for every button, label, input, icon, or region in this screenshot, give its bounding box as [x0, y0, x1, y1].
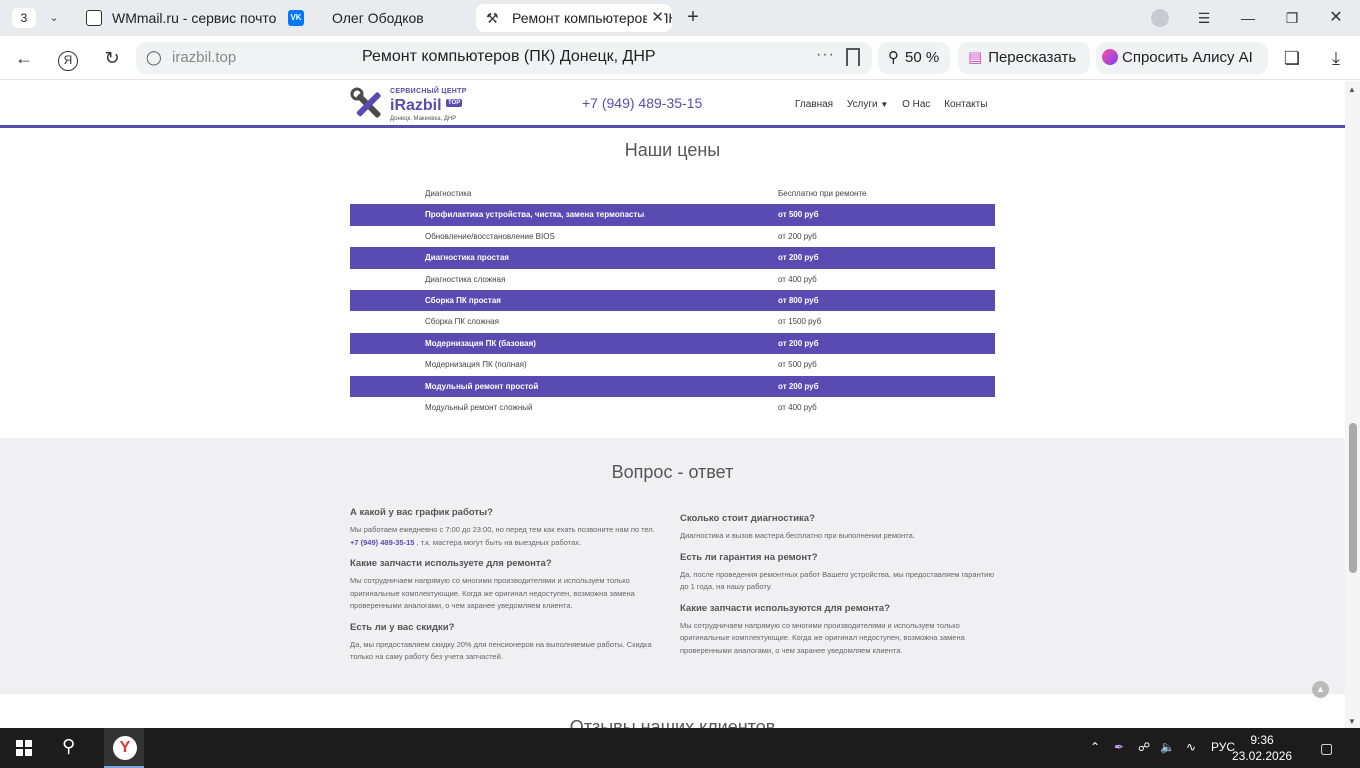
price-row: Сборка ПК сложная от 1500 руб: [425, 317, 822, 327]
chevron-down-icon: ▼: [880, 100, 889, 109]
download-icon[interactable]: ⤓: [1324, 46, 1348, 70]
faq-question: А какой у вас график работы?: [350, 507, 493, 518]
collections-icon[interactable]: ❏: [1280, 46, 1304, 70]
faq-section: Вопрос - ответ А какой у вас график рабо…: [0, 438, 1345, 694]
price-row: Модернизация ПК (полная) от 500 руб: [425, 360, 817, 370]
menu-icon[interactable]: ☰: [1192, 7, 1216, 29]
shield-icon: ◯: [146, 49, 162, 65]
price-row: Модульный ремонт простой от 200 руб: [350, 375, 995, 397]
document-icon: [86, 10, 102, 26]
minimize-icon[interactable]: —: [1236, 7, 1260, 29]
bookmark-icon[interactable]: [846, 48, 860, 66]
taskbar-yandex-browser[interactable]: Y: [104, 728, 144, 768]
tab-vk[interactable]: VK Олег Ободков: [278, 4, 473, 32]
close-window-icon[interactable]: ✕: [1324, 7, 1348, 29]
wifi-icon[interactable]: ∿: [1186, 740, 1196, 754]
retell-button[interactable]: ▤ Пересказать: [958, 42, 1090, 74]
tab-active-irazbil[interactable]: ⚒ Ремонт компьютеров (ПК) Донецк ✕: [476, 4, 672, 32]
faq-heading: Вопрос - ответ: [611, 462, 734, 482]
scroll-thumb[interactable]: [1349, 423, 1357, 573]
site-header: СЕРВИСНЫЙ ЦЕНТР iRazbil TOP Донецк, Маке…: [0, 81, 1345, 128]
faq-column-left: А какой у вас график работы? Мы работаем…: [350, 507, 665, 673]
prices-heading: Наши цены: [624, 140, 721, 160]
faq-answer: Мы сотрудничаем напрямую со многими прои…: [350, 576, 635, 610]
price-row: Модернизация ПК (базовая) от 200 руб: [350, 332, 995, 355]
zoom-icon: ⚲: [888, 49, 899, 66]
price-row: Сборка ПК простая от 800 руб: [350, 289, 995, 312]
network-icon[interactable]: ☍: [1138, 740, 1150, 754]
price-row: Диагностика простая от 200 руб: [350, 247, 995, 269]
site-nav: Главная Услуги ▼ О Нас Контакты: [795, 99, 998, 110]
price-row: Диагностика сложная от 400 руб: [425, 274, 817, 284]
windows-taskbar: ⚲ Y ⌃ ✒ ☍ 🔈 ∿ РУС 9:36 23.02.2026 ▢: [0, 728, 1360, 768]
url-host: irazbil.top: [172, 49, 237, 66]
yandex-icon[interactable]: Я: [56, 46, 80, 71]
page-scrollbar[interactable]: ▲ ▼: [1345, 81, 1360, 728]
scroll-down-icon[interactable]: ▼: [1348, 717, 1356, 726]
page-title: Ремонт компьютеров (ПК) Донецк, ДНР: [362, 48, 656, 65]
profile-icon[interactable]: [1148, 7, 1172, 29]
tab-counter[interactable]: 3: [12, 8, 36, 28]
retell-icon: ▤: [968, 49, 983, 66]
price-row: Диагностика Бесплатно при ремонте: [425, 189, 867, 198]
reviews-heading: Отзывы наших клиентов: [569, 717, 776, 728]
browser-tab-bar: 3 ⌄ WMmail.ru - сервис почтовых рассылок…: [0, 0, 1360, 36]
faq-column-right: Сколько стоит диагностика? Диагностика и…: [680, 513, 995, 666]
faq-answer: Да, после проведения ремонтных работ Ваш…: [680, 569, 994, 592]
tools-logo-icon: [350, 87, 381, 118]
nav-about[interactable]: О Нас: [902, 99, 930, 110]
faq-question: Какие запчасти используете для ремонта?: [350, 558, 552, 569]
page-viewport: СЕРВИСНЫЙ ЦЕНТР iRazbil TOP Донецк, Маке…: [0, 81, 1345, 728]
header-phone-link[interactable]: +7 (949) 489-35-15: [582, 95, 702, 111]
vk-icon: VK: [288, 10, 304, 26]
yandex-browser-icon: Y: [113, 736, 137, 760]
scroll-to-top-button[interactable]: ▲: [1312, 681, 1329, 698]
nav-contacts[interactable]: Контакты: [944, 99, 987, 110]
nav-services[interactable]: Услуги ▼: [847, 99, 888, 110]
faq-phone-link[interactable]: +7 (949) 489-35-15: [350, 538, 414, 547]
more-icon[interactable]: ···: [816, 46, 835, 64]
close-tab-icon[interactable]: ✕: [647, 4, 664, 32]
price-table: Диагностика Бесплатно при ремонте Профила…: [350, 183, 995, 418]
faq-question: Есть ли гарантия на ремонт?: [680, 551, 818, 563]
pen-icon[interactable]: ✒: [1114, 740, 1124, 754]
address-bar[interactable]: ◯ irazbil.top Ремонт компьютеров (ПК) До…: [136, 42, 872, 74]
faq-answer: Мы сотрудничаем напрямую со многими прои…: [680, 620, 965, 655]
price-row: Модульный ремонт сложный от 400 руб: [425, 402, 817, 412]
volume-icon[interactable]: 🔈: [1160, 740, 1175, 754]
search-icon[interactable]: ⚲: [62, 736, 75, 757]
tools-icon: ⚒: [486, 10, 499, 26]
zoom-button[interactable]: ⚲ 50 %: [878, 42, 950, 74]
back-icon[interactable]: ←: [12, 46, 36, 70]
new-tab-icon[interactable]: +: [682, 7, 704, 29]
reload-icon[interactable]: ↻: [100, 46, 124, 70]
faq-answer: Да, мы предоставляем скидку 20% для пенс…: [350, 639, 652, 662]
tray-overflow-icon[interactable]: ⌃: [1090, 740, 1100, 754]
browser-toolbar: ← Я ↻ ◯ irazbil.top Ремонт компьютеров (…: [0, 36, 1360, 80]
nav-home[interactable]: Главная: [795, 99, 833, 110]
windows-start-icon[interactable]: [16, 740, 32, 756]
alice-icon: [1102, 49, 1118, 65]
clock[interactable]: 9:36 23.02.2026: [1232, 732, 1292, 764]
restore-icon[interactable]: ❐: [1280, 7, 1304, 29]
faq-question: Есть ли у вас скидки?: [350, 621, 455, 633]
site-logo[interactable]: СЕРВИСНЫЙ ЦЕНТР iRazbil TOP Донецк, Маке…: [350, 87, 470, 125]
tab-wmmail[interactable]: WMmail.ru - сервис почтовых рассылок: [76, 4, 276, 32]
faq-question: Сколько стоит диагностика?: [680, 513, 815, 524]
faq-question: Какие запчасти используются для ремонта?: [680, 602, 890, 614]
scroll-up-icon[interactable]: ▲: [1348, 85, 1356, 94]
faq-answer: Мы работаем ежедневно с 7:00 до 23:00, н…: [350, 525, 655, 547]
ask-alice-button[interactable]: Спросить Алису AI: [1096, 42, 1268, 74]
tabs-dropdown-icon[interactable]: ⌄: [44, 8, 64, 28]
price-row: Профилактика устройства, чистка, замена …: [350, 204, 995, 226]
notifications-icon[interactable]: ▢: [1320, 740, 1333, 757]
price-row: Обновление/восстановление BIOS от 200 руб: [425, 231, 817, 241]
faq-answer: Диагностика и вызов мастера бесплатно пр…: [680, 531, 915, 540]
